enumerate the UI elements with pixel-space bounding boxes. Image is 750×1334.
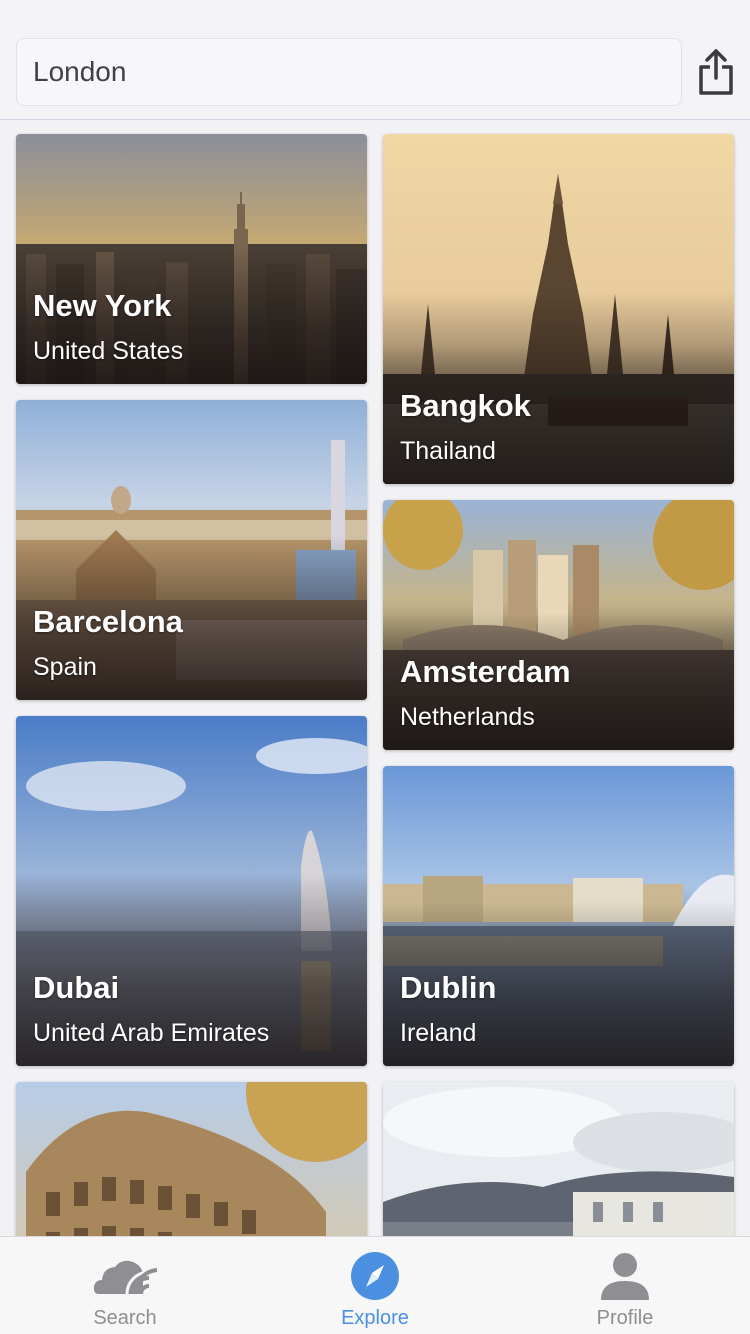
destination-card-barcelona[interactable]: Barcelona Spain <box>16 400 367 700</box>
country-name: Ireland <box>400 1019 477 1047</box>
city-name: Barcelona <box>33 604 183 639</box>
country-name: Thailand <box>400 437 496 465</box>
tab-label: Explore <box>341 1307 409 1329</box>
share-button[interactable] <box>692 44 740 100</box>
search-cloud-icon <box>91 1249 159 1303</box>
coastal-town-image <box>383 1082 734 1236</box>
country-name: Netherlands <box>400 703 535 731</box>
colosseum-image <box>16 1082 367 1236</box>
tab-label: Profile <box>596 1307 654 1329</box>
destination-card-dubai[interactable]: Dubai United Arab Emirates <box>16 716 367 1066</box>
share-icon <box>699 49 733 95</box>
tab-bar: Search Explore Profile <box>0 1236 750 1334</box>
destination-grid: New York United States Bangkok Thailand … <box>0 120 750 1236</box>
destination-card-new-york[interactable]: New York United States <box>16 134 367 384</box>
search-input[interactable] <box>33 56 681 88</box>
search-header <box>0 0 750 120</box>
tab-label: Search <box>93 1307 157 1329</box>
city-name: Dubai <box>33 970 120 1005</box>
city-name: Bangkok <box>400 388 531 423</box>
person-icon <box>600 1249 650 1303</box>
city-name: New York <box>33 288 172 323</box>
search-box[interactable] <box>16 38 682 106</box>
destination-card-dublin[interactable]: Dublin Ireland <box>383 766 734 1066</box>
city-name: Amsterdam <box>400 654 571 689</box>
country-name: Spain <box>33 653 97 681</box>
destination-card-amsterdam[interactable]: Amsterdam Netherlands <box>383 500 734 750</box>
country-name: United States <box>33 337 184 365</box>
tab-profile[interactable]: Profile <box>500 1237 750 1334</box>
city-name: Dublin <box>400 970 497 1005</box>
destination-card-bangkok[interactable]: Bangkok Thailand <box>383 134 734 484</box>
tab-search[interactable]: Search <box>0 1237 250 1334</box>
tab-explore[interactable]: Explore <box>250 1237 500 1334</box>
compass-icon <box>350 1249 400 1303</box>
destination-card-coastal-town[interactable] <box>383 1082 734 1236</box>
country-name: United Arab Emirates <box>33 1019 270 1047</box>
destination-card-colosseum[interactable] <box>16 1082 367 1236</box>
